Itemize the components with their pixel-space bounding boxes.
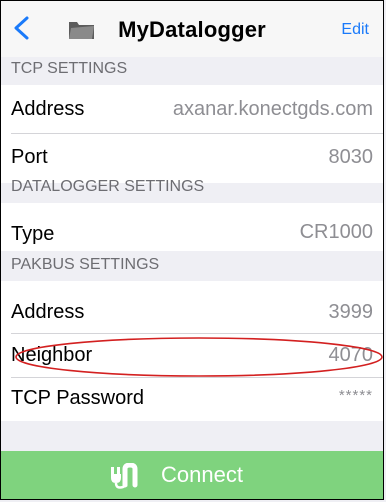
datalogger-type-label: Type: [11, 223, 55, 245]
section-header-datalogger: DATALOGGER SETTINGS: [11, 178, 205, 195]
tcp-port-value[interactable]: 8030: [329, 146, 374, 169]
row-divider: [11, 133, 383, 134]
tcp-address-value[interactable]: axanar.konectgds.com: [173, 98, 373, 121]
section-header-tcp: TCP SETTINGS: [11, 60, 128, 77]
navigation-bar: MyDatalogger Edit: [1, 1, 383, 57]
connect-button[interactable]: Connect: [1, 451, 383, 499]
pakbus-address-label: Address: [11, 301, 85, 323]
tcp-password-label: TCP Password: [11, 387, 145, 409]
section-header-pakbus: PAKBUS SETTINGS: [11, 256, 160, 273]
row-divider: [11, 333, 383, 334]
highlight-ellipse: [15, 337, 383, 377]
edit-button[interactable]: Edit: [341, 21, 369, 39]
connect-label: Connect: [161, 462, 243, 487]
pakbus-address-value[interactable]: 3999: [329, 301, 374, 324]
page-title: MyDatalogger: [118, 17, 266, 42]
plug-icon: [111, 463, 138, 489]
tcp-settings-group: Address axanar.konectgds.com Port 8030: [1, 85, 383, 183]
datalogger-type-value[interactable]: CR1000: [300, 221, 373, 244]
tcp-password-value[interactable]: *****: [339, 387, 373, 404]
tcp-port-label: Port: [11, 146, 48, 168]
app-screen: MyDatalogger Edit TCP SETTINGS Address a…: [0, 0, 384, 500]
tcp-address-label: Address: [11, 98, 85, 120]
datalogger-settings-group: Type CR1000: [1, 203, 383, 251]
